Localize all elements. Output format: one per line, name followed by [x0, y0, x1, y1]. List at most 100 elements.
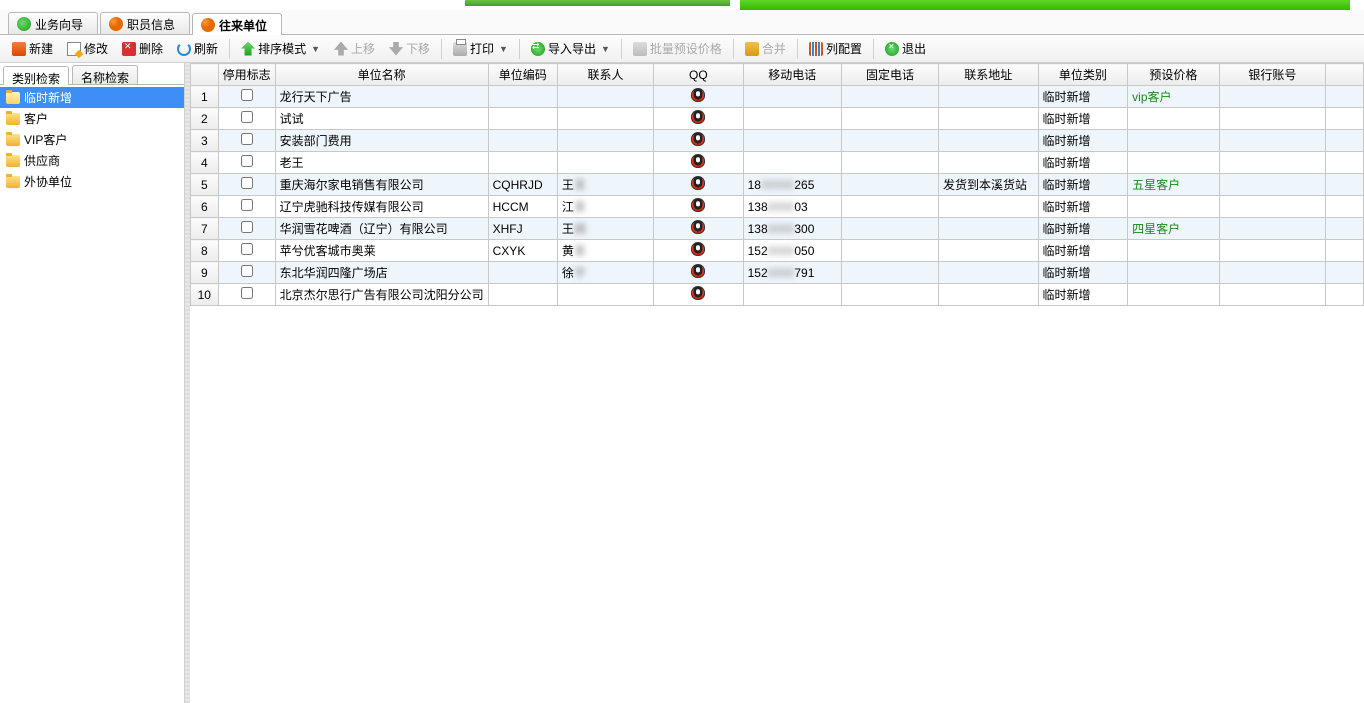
- cell-qq: [654, 108, 743, 130]
- cell-tel: [841, 218, 938, 240]
- cell-price: [1128, 284, 1219, 306]
- table-row[interactable]: 3安装部门费用临时新增: [191, 130, 1364, 152]
- cell-contact: [557, 108, 653, 130]
- row-number: 5: [191, 174, 219, 196]
- disable-checkbox[interactable]: [241, 89, 253, 101]
- tree-item-3[interactable]: 供应商: [0, 150, 184, 171]
- table-row[interactable]: 7华润雪花啤酒（辽宁）有限公司XHFJ王嫡1380000300临时新增四星客户: [191, 218, 1364, 240]
- qq-icon[interactable]: [691, 176, 705, 190]
- cell-code: [488, 262, 557, 284]
- tree-label: 临时新增: [24, 89, 72, 106]
- print-icon: [453, 42, 467, 56]
- qq-icon[interactable]: [691, 154, 705, 168]
- table-row[interactable]: 4老王临时新增: [191, 152, 1364, 174]
- toolbar-edit-button[interactable]: 修改: [61, 37, 114, 60]
- qq-icon[interactable]: [691, 286, 705, 300]
- column-header[interactable]: 预设价格: [1128, 64, 1219, 86]
- qq-icon[interactable]: [691, 264, 705, 278]
- disable-checkbox[interactable]: [241, 243, 253, 255]
- toolbar-new-button[interactable]: 新建: [6, 37, 59, 60]
- chevron-down-icon: ▼: [499, 44, 508, 54]
- disable-checkbox[interactable]: [241, 287, 253, 299]
- qq-icon[interactable]: [691, 132, 705, 146]
- tab-label: 职员信息: [127, 16, 175, 33]
- cell-name: 重庆海尔家电销售有限公司: [275, 174, 488, 196]
- column-header[interactable]: [191, 64, 219, 86]
- tab-2[interactable]: 往来单位: [192, 13, 282, 35]
- tree-item-1[interactable]: 客户: [0, 108, 184, 129]
- column-header[interactable]: 固定电话: [841, 64, 938, 86]
- table-row[interactable]: 5重庆海尔家电销售有限公司CQHRJD王某1800000265发货到本溪货站临时…: [191, 174, 1364, 196]
- row-number: 2: [191, 108, 219, 130]
- toolbar-del-button[interactable]: 删除: [116, 37, 169, 60]
- toolbar-print-button[interactable]: 打印▼: [447, 37, 514, 60]
- side-tab-name[interactable]: 名称检索: [72, 65, 138, 84]
- cell-bank: [1219, 152, 1325, 174]
- toolbar-sort-button[interactable]: 排序模式▼: [235, 37, 326, 60]
- cell-tel: [841, 108, 938, 130]
- table-row[interactable]: 2试试临时新增: [191, 108, 1364, 130]
- cell-tel: [841, 152, 938, 174]
- tab-1[interactable]: 职员信息: [100, 12, 190, 34]
- table-row[interactable]: 6辽宁虎驰科技传媒有限公司HCCM江某138000003临时新增: [191, 196, 1364, 218]
- cell-category: 临时新增: [1038, 196, 1128, 218]
- tree-item-0[interactable]: 临时新增: [0, 87, 184, 108]
- cell-code: HCCM: [488, 196, 557, 218]
- cell-addr: [939, 196, 1039, 218]
- row-number: 8: [191, 240, 219, 262]
- cell-code: XHFJ: [488, 218, 557, 240]
- disable-checkbox[interactable]: [241, 133, 253, 145]
- table-row[interactable]: 8苹兮优客城市奥莱CXYK黄某1520000050临时新增: [191, 240, 1364, 262]
- row-number: 4: [191, 152, 219, 174]
- column-header[interactable]: 单位类别: [1038, 64, 1128, 86]
- disable-checkbox[interactable]: [241, 221, 253, 233]
- cell-bank: [1219, 284, 1325, 306]
- column-header[interactable]: 联系人: [557, 64, 653, 86]
- column-header[interactable]: 单位编码: [488, 64, 557, 86]
- column-header[interactable]: 移动电话: [743, 64, 841, 86]
- disable-cell: [218, 174, 275, 196]
- disable-checkbox[interactable]: [241, 199, 253, 211]
- qq-icon[interactable]: [691, 110, 705, 124]
- cell-category: 临时新增: [1038, 86, 1128, 108]
- disable-checkbox[interactable]: [241, 155, 253, 167]
- table-row[interactable]: 1龙行天下广告临时新增vip客户: [191, 86, 1364, 108]
- cell-extra: [1326, 152, 1364, 174]
- column-header-extra: [1326, 64, 1364, 86]
- table-row[interactable]: 9东北华润四隆广场店徐宇1520000791临时新增: [191, 262, 1364, 284]
- cell-tel: [841, 174, 938, 196]
- button-label: 排序模式: [258, 40, 306, 57]
- tab-0[interactable]: 业务向导: [8, 12, 98, 34]
- cell-addr: [939, 262, 1039, 284]
- qq-icon[interactable]: [691, 88, 705, 102]
- toolbar-exit-button[interactable]: 退出: [879, 37, 932, 60]
- disable-checkbox[interactable]: [241, 177, 253, 189]
- tree-item-4[interactable]: 外协单位: [0, 171, 184, 192]
- disable-cell: [218, 240, 275, 262]
- cell-price: [1128, 240, 1219, 262]
- data-grid: 停用标志单位名称单位编码联系人QQ移动电话固定电话联系地址单位类别预设价格银行账…: [190, 63, 1364, 306]
- disable-cell: [218, 86, 275, 108]
- side-tab-category[interactable]: 类别检索: [3, 66, 69, 85]
- folder-icon: [6, 92, 20, 104]
- toolbar-refresh-button[interactable]: 刷新: [171, 37, 224, 60]
- toolbar-io-button[interactable]: 导入导出▼: [525, 37, 616, 60]
- toolbar-cols-button[interactable]: 列配置: [803, 37, 868, 60]
- disable-checkbox[interactable]: [241, 265, 253, 277]
- qq-icon[interactable]: [691, 220, 705, 234]
- column-header[interactable]: 单位名称: [275, 64, 488, 86]
- cell-code: [488, 86, 557, 108]
- cell-name: 试试: [275, 108, 488, 130]
- column-header[interactable]: QQ: [654, 64, 743, 86]
- column-header[interactable]: 银行账号: [1219, 64, 1325, 86]
- cell-extra: [1326, 262, 1364, 284]
- qq-icon[interactable]: [691, 242, 705, 256]
- column-header[interactable]: 停用标志: [218, 64, 275, 86]
- column-header[interactable]: 联系地址: [939, 64, 1039, 86]
- button-label: 导入导出: [548, 40, 596, 57]
- table-row[interactable]: 10北京杰尔思行广告有限公司沈阳分公司临时新增: [191, 284, 1364, 306]
- qq-icon[interactable]: [691, 198, 705, 212]
- tree-item-2[interactable]: VIP客户: [0, 129, 184, 150]
- cell-price: vip客户: [1128, 86, 1219, 108]
- disable-checkbox[interactable]: [241, 111, 253, 123]
